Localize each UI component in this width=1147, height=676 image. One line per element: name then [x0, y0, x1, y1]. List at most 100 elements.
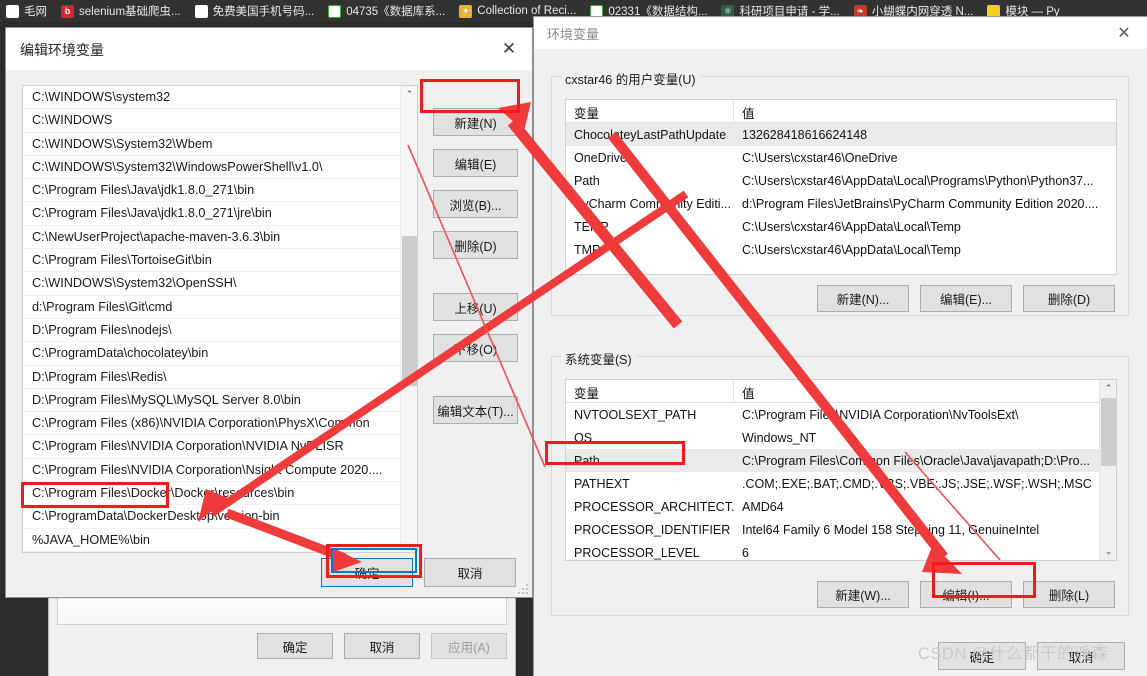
list-item[interactable]: C:\WINDOWS\System32\Wbem	[23, 133, 417, 156]
user-new-button[interactable]: 新建(N)...	[817, 285, 909, 312]
variable-value: .COM;.EXE;.BAT;.CMD;.VBS;.VBE;.JS;.JSE;.…	[742, 476, 1092, 491]
list-item[interactable]: C:\Program Files\Java\jdk1.8.0_271\jre\b…	[23, 202, 417, 226]
variable-name: ChocolateyLastPathUpdate	[574, 127, 727, 142]
list-item[interactable]: C:\WINDOWS\System32\WindowsPowerShell\v1…	[23, 156, 417, 180]
list-item[interactable]: C:\NewUserProject\apache-maven-3.6.3\bin	[23, 226, 417, 250]
system-variables-scrollbar[interactable]: ⌃ ⌄	[1099, 380, 1116, 560]
list-item[interactable]: D:\Program Files\MySQL\MySQL Server 8.0\…	[23, 389, 417, 413]
background-apply-button: 应用(A)	[431, 633, 507, 659]
user-variables-group: cxstar46 的用户变量(U) 变量 值 ChocolateyLastPat…	[551, 69, 1129, 316]
list-item[interactable]: C:\ProgramData\chocolatey\bin	[23, 342, 417, 366]
system-variables-listview[interactable]: 变量 值 NVTOOLSEXT_PATH C:\Program Files\NV…	[565, 379, 1117, 561]
browser-tab-label: 免费美国手机号码...	[212, 6, 315, 18]
user-variables-header: 变量 值	[566, 100, 1116, 123]
scroll-up-icon[interactable]: ⌃	[1100, 380, 1116, 397]
table-row[interactable]: OS Windows_NT	[566, 426, 1116, 449]
system-edit-button[interactable]: 编辑(I)...	[920, 581, 1012, 608]
system-variables-button-row: 新建(W)... 编辑(I)... 删除(L)	[817, 581, 1115, 608]
variable-value: C:\Program Files\NVIDIA Corporation\NvTo…	[742, 407, 1019, 422]
background-window-button-row: 确定 取消 应用(A)	[257, 633, 507, 659]
list-item[interactable]: C:\Program Files\NVIDIA Corporation\Nsig…	[23, 459, 417, 483]
system-new-button[interactable]: 新建(W)...	[817, 581, 909, 608]
path-list-scrollbar[interactable]: ⌃ ⌄	[400, 86, 417, 552]
table-row-path[interactable]: Path C:\Program Files\Common Files\Oracl…	[566, 449, 1116, 472]
list-item[interactable]: D:\Program Files\nodejs\	[23, 319, 417, 343]
table-row[interactable]: PyCharm Community Editi... d:\Program Fi…	[566, 192, 1116, 215]
user-variables-group-label: cxstar46 的用户变量(U)	[561, 69, 700, 88]
user-delete-button[interactable]: 删除(D)	[1023, 285, 1115, 312]
browser-tab[interactable]: ◑ 免费美国手机号码...	[189, 0, 323, 22]
list-item[interactable]: C:\ProgramData\DockerDesktop\version-bin	[23, 505, 417, 529]
table-row[interactable]: ChocolateyLastPathUpdate 132628418616624…	[566, 123, 1116, 146]
list-item[interactable]: C:\Program Files (x86)\NVIDIA Corporatio…	[23, 412, 417, 436]
table-row[interactable]: NVTOOLSEXT_PATH C:\Program Files\NVIDIA …	[566, 403, 1116, 426]
browser-tab[interactable]: ◐ 毛网	[0, 0, 55, 22]
user-variables-listview[interactable]: 变量 值 ChocolateyLastPathUpdate 1326284186…	[565, 99, 1117, 275]
delete-button[interactable]: 删除(D)	[433, 231, 518, 259]
list-item[interactable]: C:\WINDOWS\system32	[23, 86, 417, 110]
baidu-favicon-icon: b	[61, 4, 74, 18]
table-row[interactable]: PATHEXT .COM;.EXE;.BAT;.CMD;.VBS;.VBE;.J…	[566, 472, 1116, 495]
list-item[interactable]: C:\Program Files\Java\jdk1.8.0_271\bin	[23, 179, 417, 203]
list-item[interactable]: C:\WINDOWS	[23, 109, 417, 133]
variable-name: Path	[574, 173, 600, 188]
browser-tab[interactable]: b selenium基础爬虫...	[55, 0, 189, 22]
list-item[interactable]: C:\Program Files\TortoiseGit\bin	[23, 249, 417, 273]
table-row[interactable]: TMP C:\Users\cxstar46\AppData\Local\Temp	[566, 238, 1116, 261]
browser-tab-label: 04735《数据库系...	[346, 6, 446, 18]
table-row[interactable]: PROCESSOR_LEVEL 6	[566, 541, 1116, 560]
browse-button[interactable]: 浏览(B)...	[433, 190, 518, 218]
table-row[interactable]: PROCESSOR_IDENTIFIER Intel64 Family 6 Mo…	[566, 518, 1116, 541]
ie-favicon-icon: e	[328, 4, 342, 18]
user-edit-button[interactable]: 编辑(E)...	[920, 285, 1012, 312]
list-item[interactable]: C:\Program Files\Docker\Docker\resources…	[23, 482, 417, 506]
resize-grip-icon[interactable]	[517, 583, 529, 595]
scrollbar-thumb[interactable]	[1101, 398, 1116, 466]
table-row[interactable]: OneDrive C:\Users\cxstar46\OneDrive	[566, 146, 1116, 169]
background-ok-button[interactable]: 确定	[257, 633, 333, 659]
move-up-button[interactable]: 上移(U)	[433, 293, 518, 321]
variable-name: PROCESSOR_ARCHITECT...	[574, 499, 734, 514]
background-cancel-button[interactable]: 取消	[344, 633, 420, 659]
browser-tab[interactable]: e 04735《数据库系...	[322, 0, 453, 22]
edit-ok-button[interactable]: 确定	[321, 558, 413, 587]
edit-cancel-button[interactable]: 取消	[424, 558, 516, 587]
edit-button[interactable]: 编辑(E)	[433, 149, 518, 177]
variable-name: TEMP	[574, 219, 609, 234]
move-down-button[interactable]: 下移(O)	[433, 334, 518, 362]
list-item[interactable]: C:\Program Files\NVIDIA Corporation\NVID…	[23, 435, 417, 459]
variable-name: PROCESSOR_IDENTIFIER	[574, 522, 731, 537]
edit-dialog-title: 编辑环境变量	[20, 42, 104, 58]
system-variables-group: 系统变量(S) 变量 值 NVTOOLSEXT_PATH C:\Program …	[551, 349, 1129, 616]
column-header-value: 值	[742, 387, 755, 401]
variable-value: AMD64	[742, 499, 784, 514]
variable-name: OS	[574, 430, 593, 445]
variable-value: 6	[742, 545, 749, 560]
table-row[interactable]: TEMP C:\Users\cxstar46\AppData\Local\Tem…	[566, 215, 1116, 238]
user-variables-button-row: 新建(N)... 编辑(E)... 删除(D)	[817, 285, 1115, 312]
table-row[interactable]: Path C:\Users\cxstar46\AppData\Local\Pro…	[566, 169, 1116, 192]
variable-value: C:\Users\cxstar46\AppData\Local\Temp	[742, 219, 961, 234]
background-window: 确定 取消 应用(A)	[48, 586, 516, 676]
scrollbar-thumb[interactable]	[402, 236, 417, 386]
system-variables-header: 变量 值	[566, 380, 1116, 403]
edit-text-button[interactable]: 编辑文本(T)...	[433, 396, 518, 424]
new-button[interactable]: 新建(N)	[433, 108, 518, 136]
scroll-up-icon[interactable]: ⌃	[401, 86, 417, 103]
list-item[interactable]: d:\Program Files\Git\cmd	[23, 296, 417, 319]
list-item[interactable]: C:\WINDOWS\System32\OpenSSH\	[23, 272, 417, 296]
variable-name: PROCESSOR_LEVEL	[574, 545, 700, 560]
close-icon[interactable]: ✕	[486, 28, 532, 69]
puzzle-favicon-icon: ✦	[459, 4, 473, 18]
env-window-titlebar: 环境变量 ✕	[534, 17, 1147, 49]
close-icon[interactable]: ✕	[1101, 17, 1147, 48]
variable-value: C:\Users\cxstar46\AppData\Local\Programs…	[742, 173, 1094, 188]
column-header-value: 值	[742, 107, 755, 121]
watermark: CSDN @什么都干的派森	[918, 645, 1109, 663]
system-delete-button[interactable]: 删除(L)	[1023, 581, 1115, 608]
list-item[interactable]: D:\Program Files\Redis\	[23, 366, 417, 389]
scroll-down-icon[interactable]: ⌄	[1100, 543, 1116, 560]
path-entries-listbox[interactable]: C:\WINDOWS\system32 C:\WINDOWS C:\WINDOW…	[22, 85, 418, 553]
environment-variables-window: 环境变量 ✕ cxstar46 的用户变量(U) 变量 值 Chocolatey…	[533, 16, 1147, 676]
table-row[interactable]: PROCESSOR_ARCHITECT... AMD64	[566, 495, 1116, 518]
